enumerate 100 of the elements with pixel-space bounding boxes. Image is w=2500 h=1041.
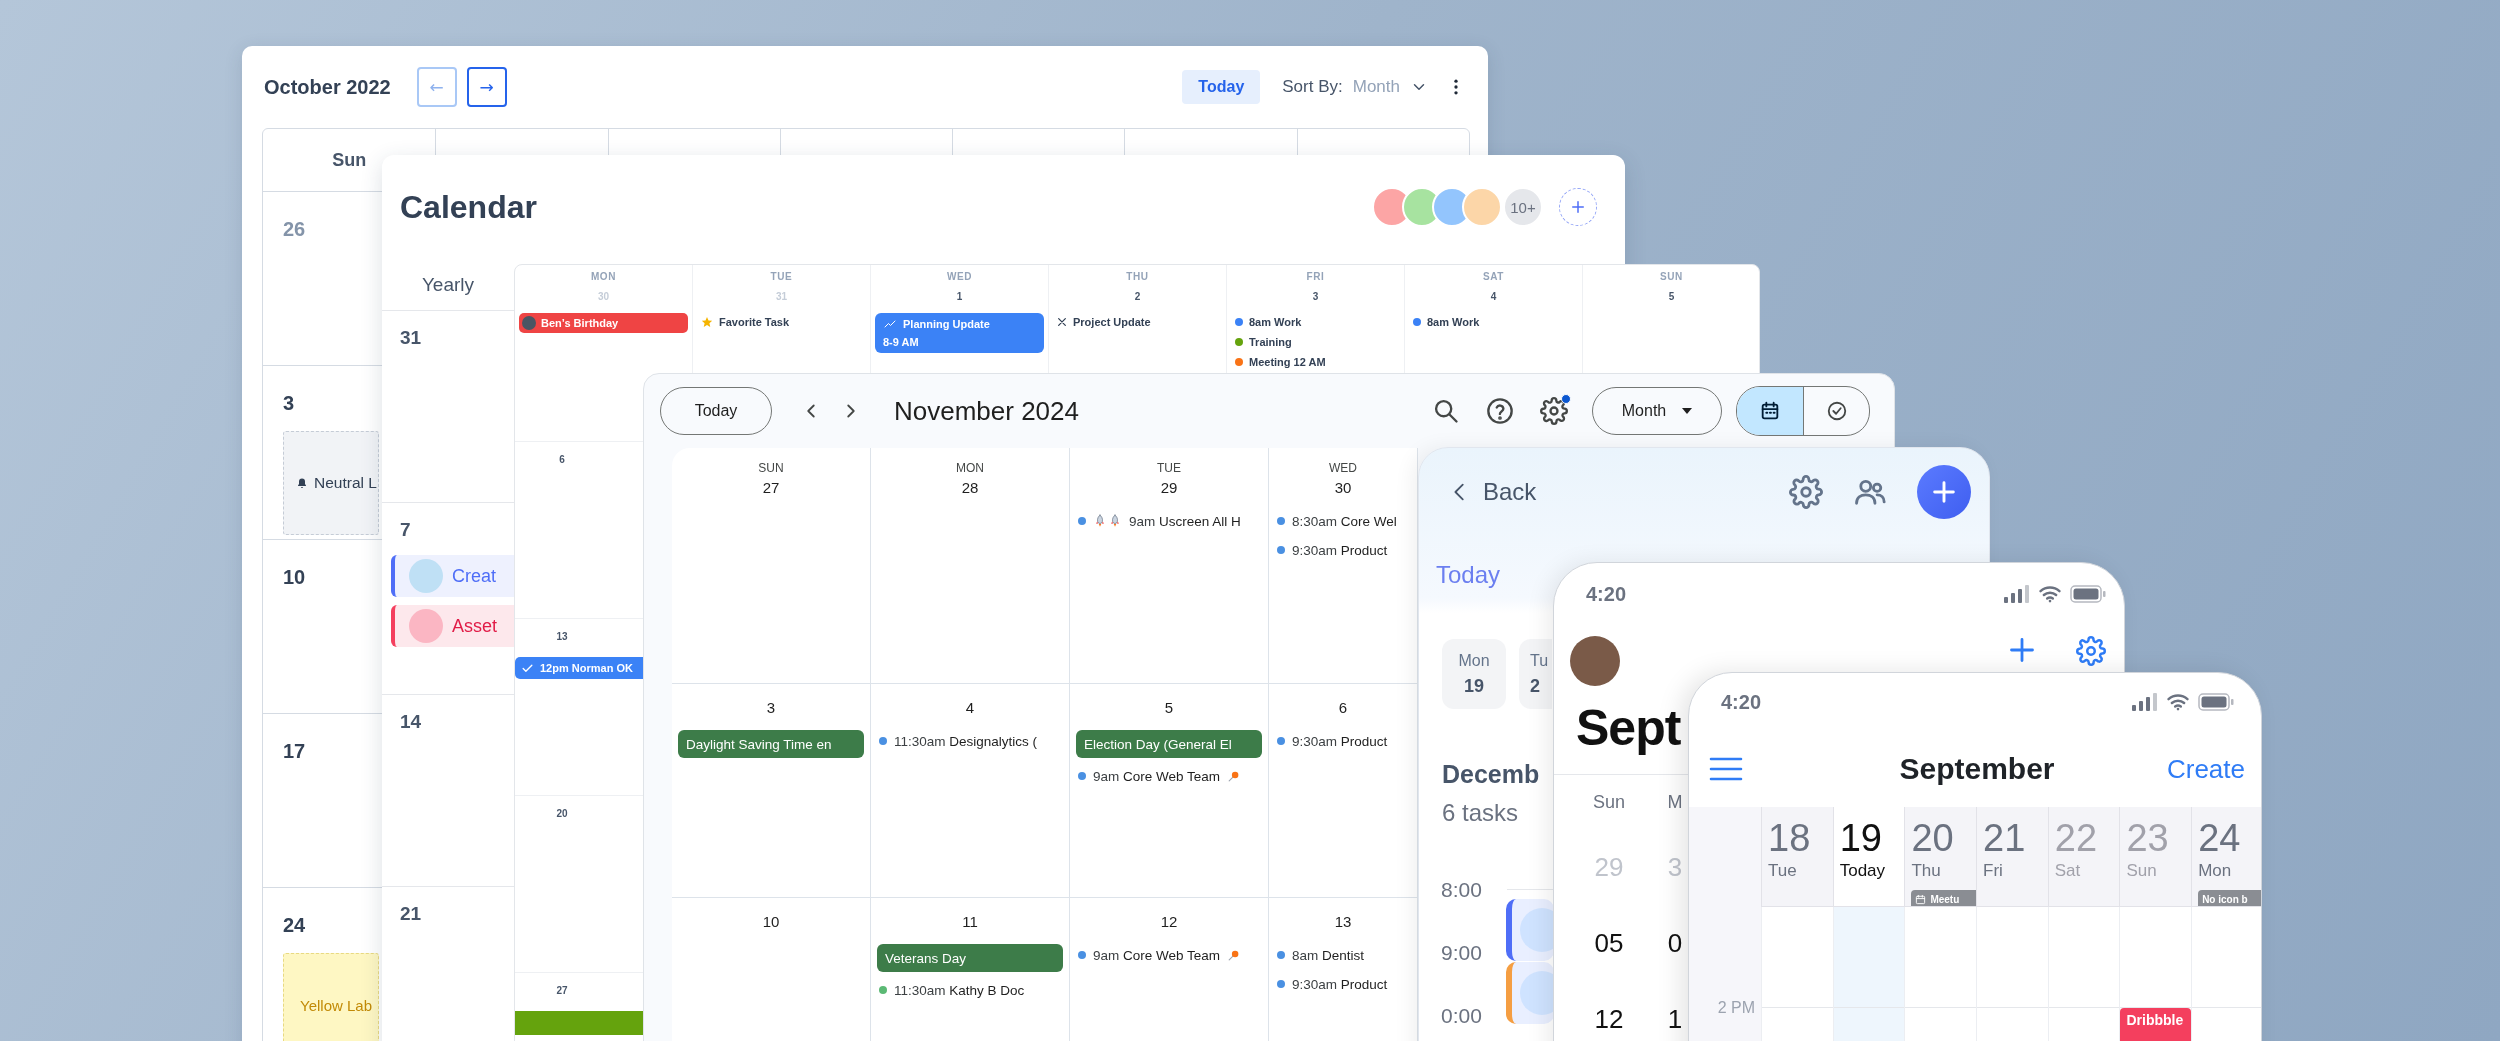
signal-icon [2132, 693, 2158, 711]
search-icon[interactable] [1432, 397, 1460, 425]
day-number: 19 [1839, 817, 1882, 859]
day-number[interactable]: 12 [1594, 1003, 1624, 1035]
photo-placeholder[interactable] [1570, 636, 1620, 686]
weekday-header: WED [1329, 460, 1357, 476]
event-title: Yellow Lab [300, 996, 372, 1014]
event-card[interactable]: Asset [391, 605, 514, 647]
day-number: 2 [1530, 675, 1540, 697]
event-text[interactable]: 11:30am Kathy B Doc [894, 982, 1025, 998]
event-pill[interactable]: 12pm Norman OK [515, 657, 644, 679]
event-text[interactable]: 9:30am Product [1292, 733, 1388, 749]
date-card[interactable]: Mon 19 [1442, 639, 1506, 709]
member-count[interactable]: 10+ [1503, 187, 1543, 227]
event-card[interactable]: Creat [391, 555, 514, 597]
event-label[interactable]: Neutral L [283, 431, 379, 535]
avatar-icon [522, 316, 536, 330]
day-number: 1 [956, 291, 963, 303]
event-text[interactable]: 9am Uscreen All H [1129, 513, 1241, 529]
day-number: 14 [400, 711, 422, 733]
weekday-header: TUE [1157, 460, 1181, 476]
event-title: 8am Work [1427, 316, 1480, 328]
calendar-icon [1759, 400, 1781, 422]
event-chip[interactable]: Election Day (General El [1076, 730, 1262, 758]
task-card[interactable] [1506, 899, 1554, 961]
help-icon[interactable] [1486, 397, 1514, 425]
day-number[interactable]: 0 [1667, 927, 1683, 959]
day-column-header[interactable]: 18 Tue [1761, 807, 1833, 907]
event-text[interactable]: 9am Core Web Team [1093, 768, 1221, 784]
day-number[interactable]: 4 [965, 698, 975, 718]
menu-icon[interactable] [1709, 756, 1743, 782]
plus-icon [1569, 198, 1587, 216]
day-number: 10 [283, 566, 306, 589]
create-button[interactable]: Create [2166, 753, 2245, 785]
event-title: Meeting 12 AM [1249, 356, 1326, 368]
next-button[interactable]: → [466, 67, 507, 107]
calendar-icon [1915, 894, 1927, 905]
event-pill[interactable]: Ben’s Birthday [519, 313, 688, 333]
calendar-view-button[interactable] [1737, 387, 1803, 435]
day-number[interactable]: 3 [766, 698, 776, 718]
day-number: 20 [556, 808, 569, 820]
event-text[interactable]: 9:30am Product [1292, 976, 1388, 992]
day-number[interactable]: 28 [961, 478, 979, 498]
event-text[interactable]: 8am Dentist [1292, 947, 1365, 963]
event-title: Planning Update [903, 318, 990, 330]
weekday-header: TUE [770, 271, 793, 283]
day-number: 21 [1983, 817, 2026, 859]
day-number[interactable]: 05 [1594, 927, 1624, 959]
weekday-header: MON [590, 271, 617, 283]
day-number[interactable]: 30 [1334, 478, 1352, 498]
weekday-label: Tu [1530, 651, 1549, 670]
event-title: 12pm Norman OK [540, 662, 633, 674]
add-member-button[interactable] [1559, 188, 1597, 226]
month-title: November 2024 [894, 395, 1079, 427]
add-button[interactable] [1917, 465, 1971, 519]
settings-icon[interactable] [1789, 475, 1823, 509]
event-chip[interactable]: Veterans Day [877, 944, 1063, 972]
weekday-label: Sun [1593, 791, 1625, 813]
sort-dropdown[interactable]: Sort By: Month [1282, 77, 1428, 97]
today-button[interactable]: Today [1182, 70, 1261, 104]
wifi-icon [2166, 693, 2190, 711]
battery-icon [2198, 693, 2234, 711]
settings-icon[interactable] [2076, 636, 2106, 666]
day-number[interactable]: 1 [1667, 1003, 1683, 1035]
weekday-label: Thu [1911, 861, 1941, 881]
event-chip[interactable]: Daylight Saving Time en [678, 730, 864, 758]
event-text[interactable]: 8:30am Core Wel [1292, 513, 1397, 529]
pin-icon [1227, 948, 1241, 962]
back-button[interactable]: Back [1449, 478, 1537, 506]
day-number[interactable]: 27 [762, 478, 780, 498]
day-number[interactable]: 29 [1160, 478, 1178, 498]
weekday-header: FRI [1306, 271, 1325, 283]
day-number[interactable]: 11 [962, 912, 978, 932]
day-column-header[interactable]: 21 Fri [1976, 807, 2048, 907]
event-title: Training [1249, 336, 1292, 348]
day-column-header[interactable]: 19 Today [1832, 807, 1905, 907]
event-title: Neutral L [314, 474, 377, 492]
event-text[interactable]: 11:30am Designalytics ( [894, 733, 1038, 749]
status-time: 4:20 [1721, 690, 1762, 714]
day-number[interactable]: 6 [1338, 698, 1348, 718]
event-title: Ben’s Birthday [541, 317, 619, 329]
event-block[interactable]: Dribbble [2120, 1008, 2192, 1041]
day-number: 19 [1464, 675, 1484, 697]
weekday-header: THU [1126, 271, 1149, 283]
settings-icon[interactable] [1540, 397, 1568, 425]
status-time: 4:20 [1586, 582, 1627, 606]
day-column-header[interactable]: 20 Thu Meetu [1904, 807, 1977, 907]
event-title: Project Update [1073, 316, 1151, 328]
day-number[interactable]: 10 [762, 912, 780, 932]
day-number[interactable]: 12 [1160, 912, 1178, 932]
day-column-header[interactable]: 24 Mon No icon b [2191, 807, 2261, 907]
event-block[interactable]: Planning Update 8-9 AM [875, 313, 1044, 353]
plus-icon[interactable] [2008, 636, 2036, 664]
date-card[interactable]: Tu 2 [1519, 639, 1552, 709]
day-number[interactable]: 5 [1164, 698, 1174, 718]
event-text[interactable]: 9am Core Web Team [1093, 947, 1221, 963]
caret-icon [1682, 408, 1693, 414]
pin-icon [1227, 769, 1241, 783]
event-text[interactable]: 9:30am Product [1292, 542, 1388, 558]
day-number[interactable]: 13 [1334, 912, 1352, 932]
